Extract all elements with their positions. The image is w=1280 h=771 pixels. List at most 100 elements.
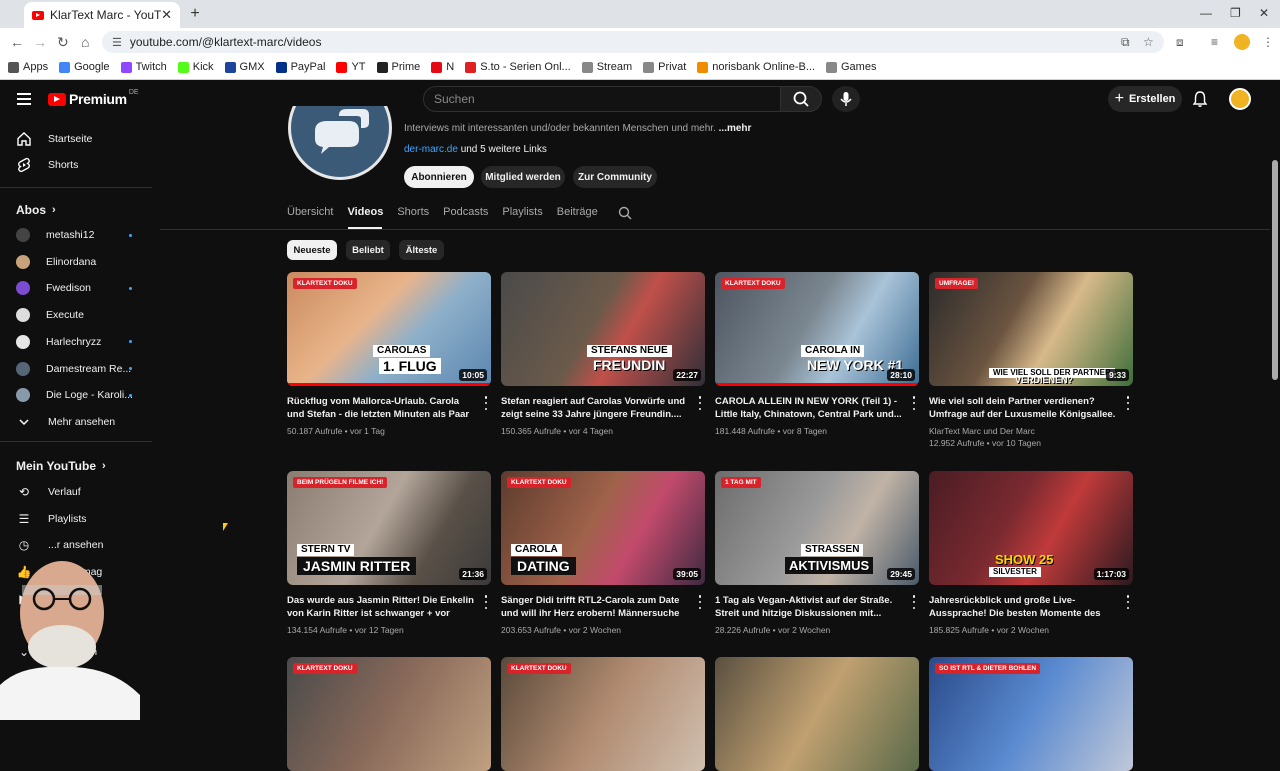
tab-overview[interactable]: Übersicht [287, 206, 333, 220]
channel-website-link[interactable]: der-marc.de [404, 144, 458, 155]
video-card[interactable] [715, 657, 919, 771]
sidebar-item-subscription[interactable]: metashi12 [0, 222, 152, 248]
video-thumbnail[interactable]: SILVESTER SHOW 25 1:17:03 [929, 471, 1133, 585]
you-header[interactable]: Mein YouTube › [16, 459, 106, 473]
video-title[interactable]: Rückflug vom Mallorca-Urlaub. Carola und… [287, 395, 475, 421]
subscriptions-header[interactable]: Abos › [16, 203, 56, 217]
more-actions-icon[interactable] [1125, 595, 1131, 609]
video-thumbnail[interactable]: SO IST RTL & DIETER BOHLEN [929, 657, 1133, 771]
tab-posts[interactable]: Beiträge [557, 206, 598, 220]
bookmark-item[interactable]: Google [59, 61, 110, 73]
sidebar-item-subscription[interactable]: Execute [0, 302, 152, 328]
video-title[interactable]: Wie viel soll dein Partner verdienen? Um… [929, 395, 1117, 421]
more-actions-icon[interactable] [483, 396, 489, 410]
omnibox[interactable]: ☰ youtube.com/@klartext-marc/videos [102, 31, 1164, 53]
more-links-text[interactable]: und 5 weitere Links [461, 144, 547, 155]
forward-icon[interactable]: → [33, 34, 47, 50]
bookmark-item[interactable]: GMX [224, 61, 265, 73]
scrollbar-thumb[interactable] [1272, 160, 1278, 380]
minimize-icon[interactable]: — [1200, 6, 1212, 20]
search-button[interactable] [780, 86, 822, 112]
video-thumbnail[interactable]: KLARTEXT DOKU [501, 657, 705, 771]
reload-icon[interactable]: ↻ [57, 34, 69, 51]
sidebar-item-you[interactable]: ⟲ Verlauf [0, 479, 152, 505]
chip-newest[interactable]: Neueste [287, 240, 337, 260]
more-actions-icon[interactable] [1125, 396, 1131, 410]
chip-popular[interactable]: Beliebt [346, 240, 390, 260]
create-button[interactable]: + Erstellen [1108, 86, 1182, 112]
video-card[interactable]: SILVESTER SHOW 25 1:17:03 Jahresrückblick u… [929, 471, 1133, 636]
video-card[interactable]: KLARTEXT DOKU CAROLA IN NEW YORK #1 28:10 CA… [715, 272, 919, 437]
home-icon[interactable]: ⌂ [81, 34, 89, 50]
more-actions-icon[interactable] [697, 396, 703, 410]
description-more-link[interactable]: ...mehr [719, 123, 752, 134]
video-title[interactable]: Sänger Didi trifft RTL2-Carola zum Date … [501, 594, 689, 620]
youtube-logo[interactable]: Premium DE [48, 89, 139, 107]
sidebar-item-subscription[interactable]: Die Loge - Karoli... [0, 382, 152, 408]
more-actions-icon[interactable] [911, 396, 917, 410]
video-thumbnail[interactable]: 1 TAG MIT STRASSEN AKTIVISMUS 29:45 [715, 471, 919, 585]
close-window-icon[interactable]: ✕ [1259, 6, 1269, 20]
video-card[interactable]: KLARTEXT DOKU CAROLA DATING 39:05 Sänger Did… [501, 471, 705, 636]
bookmark-star-icon[interactable]: ☆ [1143, 35, 1154, 49]
back-icon[interactable]: ← [10, 34, 24, 50]
tab-shorts[interactable]: Shorts [397, 206, 429, 220]
video-title[interactable]: 1 Tag als Vegan-Aktivist auf der Straße.… [715, 594, 903, 620]
menu-hamburger-icon[interactable] [17, 93, 31, 105]
video-card[interactable]: 1 TAG MIT STRASSEN AKTIVISMUS 29:45 1 Tag al… [715, 471, 919, 636]
video-card[interactable]: KLARTEXT DOKU CAROLAS 1. FLUG 10:05 Rückflug… [287, 272, 491, 437]
bookmark-item[interactable]: Games [826, 61, 876, 73]
sidebar-item-shorts[interactable]: Shorts [0, 152, 152, 178]
video-card[interactable]: BEIM PRÜGELN FILME ICH! STERN TV JASMIN RI… [287, 471, 491, 636]
channel-avatar[interactable] [287, 106, 395, 184]
video-title[interactable]: Stefan reagiert auf Carolas Vorwürfe und… [501, 395, 689, 421]
sidebar-item-subscription[interactable]: Harlechryzz [0, 329, 152, 355]
reading-list-icon[interactable]: ≡ [1211, 35, 1218, 49]
sidebar-item-you[interactable]: ☰ Playlists [0, 506, 152, 532]
video-thumbnail[interactable] [715, 657, 919, 771]
video-card[interactable]: SO IST RTL & DIETER BOHLEN [929, 657, 1133, 771]
bookmark-item[interactable]: YT [336, 61, 366, 73]
bookmark-item[interactable]: PayPal [275, 61, 325, 73]
sidebar-item-home[interactable]: Startseite [0, 126, 152, 152]
restore-icon[interactable]: ❐ [1230, 6, 1241, 20]
account-avatar[interactable] [1229, 88, 1251, 110]
voice-search-button[interactable] [832, 86, 860, 112]
chip-oldest[interactable]: Älteste [399, 240, 444, 260]
video-title[interactable]: Das wurde aus Jasmin Ritter! Die Enkelin… [287, 594, 475, 620]
community-button[interactable]: Zur Community [573, 166, 657, 188]
tab-podcasts[interactable]: Podcasts [443, 206, 488, 220]
sidebar-item-subscription[interactable]: Fwedison [0, 275, 152, 301]
sidebar-item-show-more[interactable]: Mehr ansehen [0, 409, 152, 435]
video-card[interactable]: KLARTEXT DOKU [287, 657, 491, 771]
video-thumbnail[interactable]: BEIM PRÜGELN FILME ICH! STERN TV JASMIN RI… [287, 471, 491, 585]
video-title[interactable]: Jahresrückblick und große Live-Aussprach… [929, 594, 1117, 620]
bookmark-item[interactable]: Stream [581, 61, 632, 73]
menu-icon[interactable]: ⋮ [1262, 35, 1274, 49]
video-channel[interactable]: KlarText Marc und Der Marc [929, 425, 1133, 437]
bookmark-item[interactable]: Kick [177, 61, 214, 73]
bookmark-item[interactable]: norisbank Online-B... [697, 61, 815, 73]
site-info-icon[interactable]: ☰ [112, 36, 122, 49]
more-actions-icon[interactable] [697, 595, 703, 609]
bookmark-item[interactable]: Prime [376, 61, 420, 73]
profile-icon[interactable] [1234, 34, 1250, 50]
notifications-bell-icon[interactable] [1192, 90, 1208, 108]
video-card[interactable]: UMFRAGE! WIE VIEL SOLL DER PARTNER VERDIEN… [929, 272, 1133, 449]
new-tab-icon[interactable]: + [186, 5, 204, 23]
tab-playlists[interactable]: Playlists [502, 206, 542, 220]
video-thumbnail[interactable]: STEFANS NEUE FREUNDIN 22:27 [501, 272, 705, 386]
bookmark-item[interactable]: Privat [643, 61, 686, 73]
tab-close-icon[interactable]: ✕ [161, 7, 172, 23]
more-actions-icon[interactable] [911, 595, 917, 609]
bookmark-item[interactable]: Apps [8, 61, 48, 73]
tab-videos[interactable]: Videos [347, 206, 383, 220]
search-input[interactable]: Suchen [423, 86, 781, 112]
bookmark-item[interactable]: N [431, 61, 454, 73]
sidebar-item-subscription[interactable]: Damestream Re... [0, 356, 152, 382]
more-actions-icon[interactable] [483, 595, 489, 609]
video-thumbnail[interactable]: UMFRAGE! WIE VIEL SOLL DER PARTNER VERDIEN… [929, 272, 1133, 386]
video-thumbnail[interactable]: KLARTEXT DOKU [287, 657, 491, 771]
video-title[interactable]: CAROLA ALLEIN IN NEW YORK (Teil 1) - Lit… [715, 395, 903, 421]
video-card[interactable]: KLARTEXT DOKU [501, 657, 705, 771]
